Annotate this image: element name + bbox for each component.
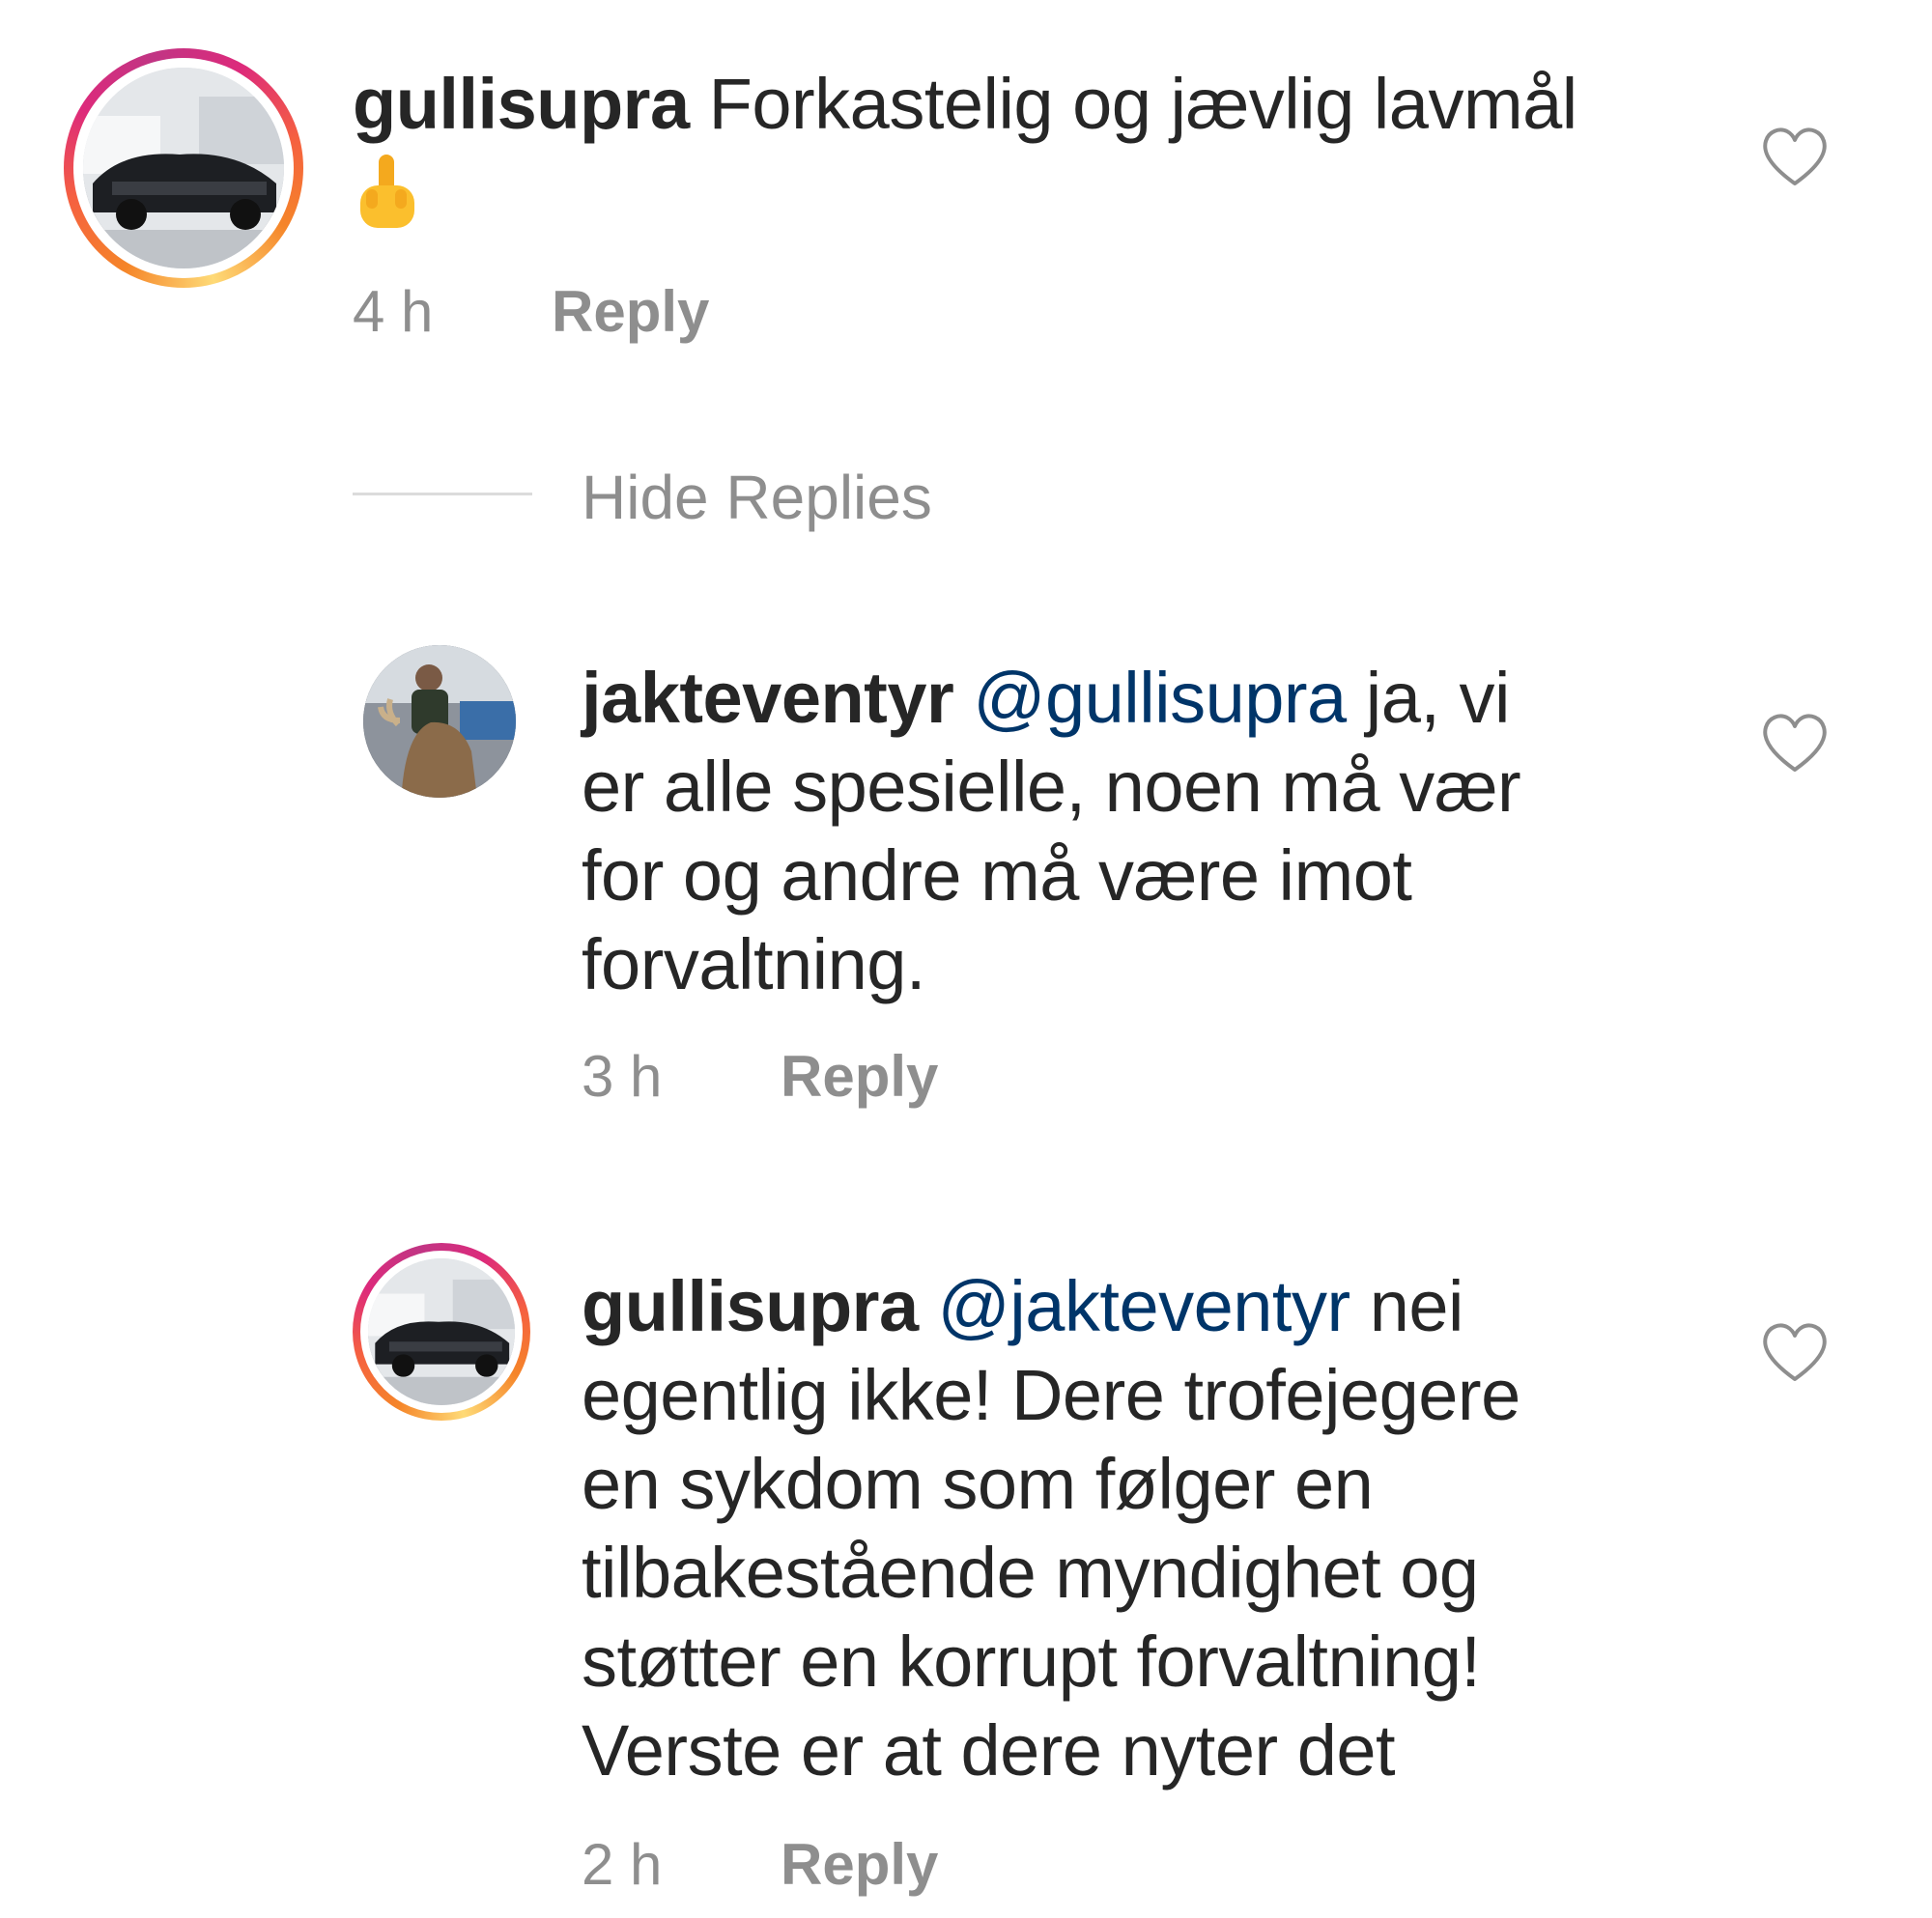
comment-body-line: nei (1369, 1266, 1464, 1346)
comment-body-line: egentlig ikke! Dere trofejegere (582, 1355, 1520, 1435)
heart-outline-icon[interactable] (1760, 1321, 1830, 1383)
comment-timestamp: 2 h (582, 1832, 663, 1897)
comment-text: gullisupra @jakteventyr nei egentlig ikk… (582, 1262, 1789, 1795)
avatar[interactable] (353, 1243, 530, 1421)
reply-button[interactable]: Reply (781, 1832, 938, 1897)
comment-body-line: tilbakestående myndighet og (582, 1533, 1479, 1613)
avatar-photo (368, 1258, 515, 1405)
comment-3: gullisupra @jakteventyr nei egentlig ikk… (0, 0, 1932, 1918)
comment-body-line: en sykdom som følger en (582, 1444, 1374, 1524)
comment-username[interactable]: gullisupra (582, 1266, 919, 1346)
comment-body-line: Verste er at dere nyter det (582, 1710, 1396, 1791)
comment-meta: 2 h Reply (582, 1831, 938, 1898)
comment-body-line: støtter en korrupt forvaltning! (582, 1622, 1481, 1702)
mention-link[interactable]: @jakteventyr (938, 1266, 1350, 1346)
